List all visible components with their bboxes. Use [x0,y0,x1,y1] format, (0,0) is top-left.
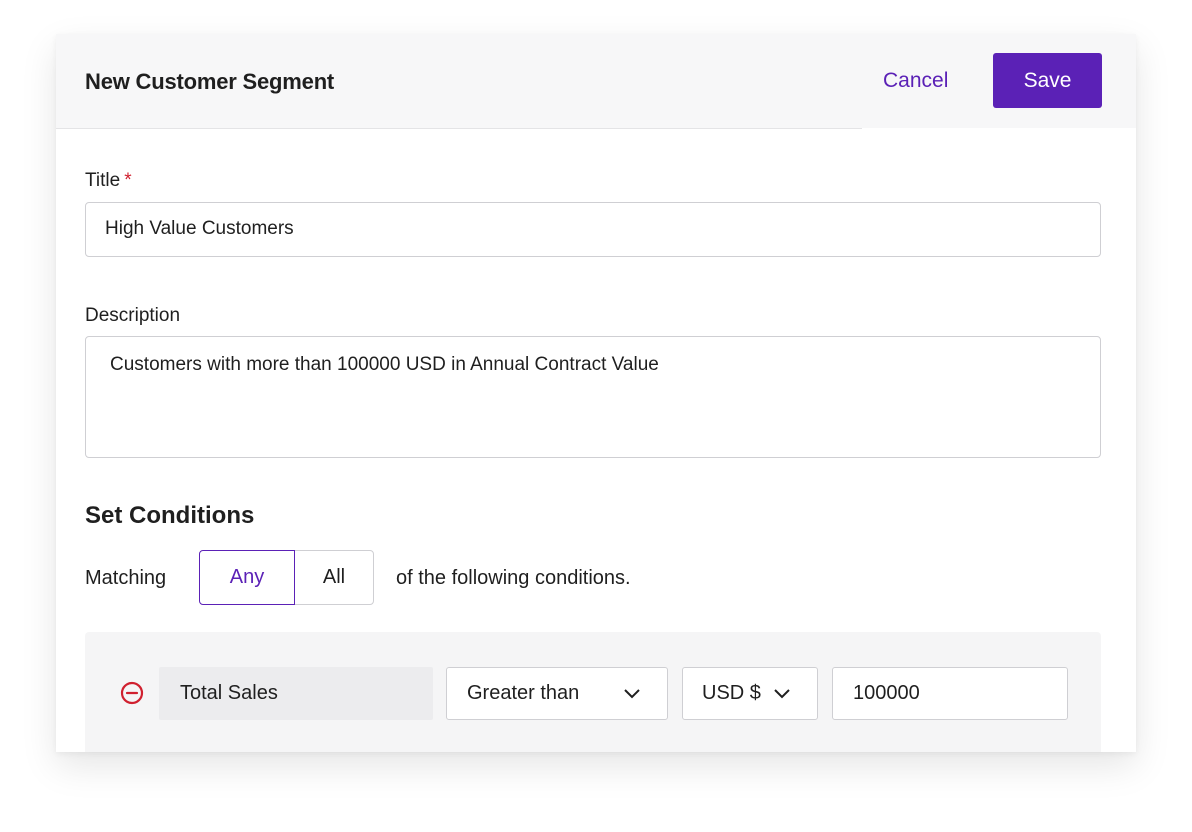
condition-operator-value: Greater than [467,682,580,704]
matching-label: Matching [85,567,167,589]
segment-editor-card: New Customer Segment Cancel Save Title * … [56,34,1136,752]
condition-currency-value: USD $ [702,682,761,704]
conditions-suffix-text: of the following conditions. [396,567,631,589]
title-label-text: Title [85,170,121,191]
condition-field-name: Total Sales [159,667,433,720]
chevron-down-icon [774,689,790,699]
section-title-conditions: Set Conditions [85,502,255,529]
save-button[interactable]: Save [993,53,1102,108]
match-any-toggle[interactable]: Any [199,550,295,605]
page-title: New Customer Segment [85,69,335,94]
description-textarea[interactable]: Customers with more than 100000 USD in A… [85,336,1101,458]
description-label: Description [85,305,181,326]
title-label: Title * [85,170,132,192]
cancel-button[interactable]: Cancel [883,69,948,93]
header-divider [56,128,862,129]
header-bar: New Customer Segment Cancel Save [56,34,1136,128]
condition-value-input[interactable]: 100000 [832,667,1068,720]
match-all-toggle[interactable]: All [294,550,374,605]
condition-currency-select[interactable]: USD $ [682,667,818,720]
required-marker: * [124,170,132,191]
condition-operator-select[interactable]: Greater than [446,667,668,720]
chevron-down-icon [624,689,640,699]
title-input[interactable]: High Value Customers [85,202,1101,257]
minus-circle-icon[interactable] [120,681,144,705]
